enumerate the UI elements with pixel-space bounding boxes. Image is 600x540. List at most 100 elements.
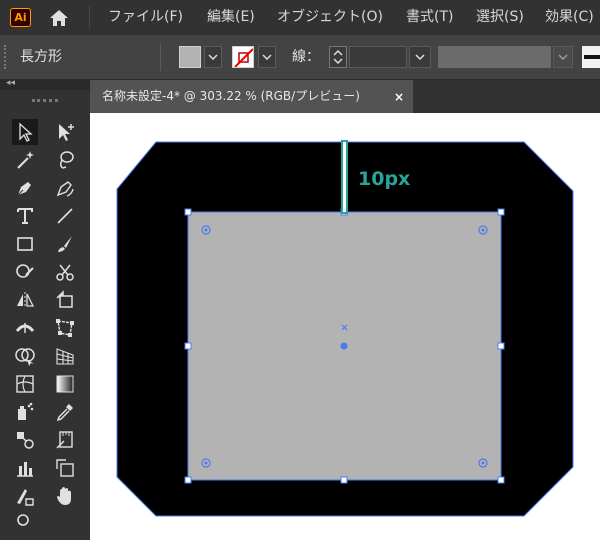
- reflect-icon: [17, 292, 35, 308]
- free-transform-icon: [56, 290, 73, 308]
- slice-icon: [56, 459, 74, 477]
- shaper-tool[interactable]: [12, 259, 38, 285]
- handle-top-right: [497, 208, 505, 216]
- free-transform-tool[interactable]: [52, 287, 78, 313]
- chevron-down-icon: [415, 54, 425, 60]
- perspective-grid-icon: [56, 348, 74, 365]
- fill-dropdown-button[interactable]: [204, 46, 222, 68]
- curvature-tool[interactable]: [52, 175, 78, 201]
- line-tool[interactable]: [52, 203, 78, 229]
- lasso-icon: [59, 151, 74, 169]
- tools-panel-header: ◂◂: [0, 78, 90, 90]
- stroke-color-swatch[interactable]: [232, 46, 254, 68]
- menu-file[interactable]: ファイル(F): [108, 0, 183, 35]
- bar-graph-icon: [17, 462, 33, 477]
- width-icon: [15, 323, 35, 333]
- blend-icon: [17, 432, 34, 449]
- artboard-icon: [17, 489, 34, 506]
- document-tab-bar: 名称未設定-4* @ 303.22 % (RGB/プレビュー) ×: [90, 80, 600, 113]
- fill-color-swatch[interactable]: [179, 46, 201, 68]
- shape-builder-tool[interactable]: [12, 343, 38, 369]
- chevron-down-icon: [262, 54, 272, 60]
- handle-bottom-middle: [340, 476, 348, 484]
- stroke-weight-input[interactable]: [349, 46, 407, 68]
- menu-divider: [89, 6, 90, 28]
- direct-selection-arrow-icon: [59, 124, 74, 141]
- line-stroke-icon: [584, 55, 600, 59]
- selection-tool[interactable]: [12, 119, 38, 145]
- perspective-grid-tool[interactable]: [52, 343, 78, 369]
- hand-icon: [57, 487, 71, 505]
- magic-wand-icon: [17, 151, 34, 169]
- eyedropper-tool[interactable]: [52, 399, 78, 425]
- control-bar: 長方形 線：: [0, 35, 600, 80]
- stroke-dropdown-button[interactable]: [258, 46, 276, 68]
- control-bar-grip[interactable]: [4, 45, 8, 69]
- stepper-arrows-icon: [333, 49, 343, 65]
- profile-dropdown[interactable]: [553, 46, 573, 68]
- rectangle-icon: [17, 237, 33, 251]
- variable-width-profile[interactable]: [438, 46, 551, 68]
- line-segment-icon: [57, 208, 73, 224]
- lasso-tool[interactable]: [52, 147, 78, 173]
- bar-graph-tool[interactable]: [12, 455, 38, 481]
- reflect-tool[interactable]: [12, 287, 38, 313]
- no-stroke-icon: [234, 48, 253, 67]
- pen-nib-icon: [17, 182, 31, 196]
- app-logo: Ai: [10, 8, 31, 27]
- handle-top-left: [184, 208, 192, 216]
- artboard-canvas[interactable]: 10px: [90, 113, 600, 540]
- menu-edit[interactable]: 編集(E): [207, 0, 255, 35]
- zoom-icon: [17, 514, 29, 526]
- gradient-tool[interactable]: [52, 371, 78, 397]
- stroke-weight-stepper[interactable]: [329, 46, 347, 68]
- magic-wand-tool[interactable]: [12, 147, 38, 173]
- scissors-icon: [56, 264, 74, 281]
- chevron-down-icon: [558, 54, 568, 60]
- document-tab[interactable]: 名称未設定-4* @ 303.22 % (RGB/プレビュー) ×: [90, 80, 413, 113]
- scissors-tool[interactable]: [52, 259, 78, 285]
- selected-shape-label: 長方形: [20, 49, 62, 65]
- direct-selection-tool[interactable]: [52, 119, 78, 145]
- stroke-weight-dropdown[interactable]: [409, 46, 431, 68]
- rectangle-tool[interactable]: [12, 231, 38, 257]
- handle-bottom-right: [497, 476, 505, 484]
- paintbrush-icon: [58, 236, 72, 252]
- menu-effect[interactable]: 効果(C): [545, 0, 594, 35]
- artboard-tool[interactable]: [12, 483, 38, 509]
- paintbrush-tool[interactable]: [52, 231, 78, 257]
- home-icon[interactable]: [48, 8, 70, 28]
- mesh-tool[interactable]: [12, 371, 38, 397]
- handle-middle-right: [497, 342, 505, 350]
- menu-object[interactable]: オブジェクト(O): [277, 0, 383, 35]
- menu-type[interactable]: 書式(T): [406, 0, 453, 35]
- hand-tool[interactable]: [52, 483, 78, 509]
- gradient-icon: [56, 375, 74, 393]
- menu-select[interactable]: 選択(S): [476, 0, 524, 35]
- dimension-label: 10px: [358, 168, 411, 190]
- type-tool[interactable]: [12, 203, 38, 229]
- width-tool[interactable]: [12, 315, 38, 341]
- handle-bottom-left: [184, 476, 192, 484]
- collapse-panel-icon[interactable]: ◂◂: [6, 78, 15, 88]
- control-divider: [160, 43, 161, 71]
- symbol-sprayer-tool[interactable]: [12, 399, 38, 425]
- measure-tool[interactable]: [52, 427, 78, 453]
- pen-tool[interactable]: [12, 175, 38, 201]
- zoom-tool[interactable]: [12, 511, 38, 533]
- shape-builder-icon: [15, 348, 35, 366]
- mesh-icon: [16, 375, 34, 393]
- free-distort-tool[interactable]: [52, 315, 78, 341]
- type-t-icon: [17, 208, 33, 224]
- stroke-weight-label: 線：: [292, 49, 320, 65]
- close-icon[interactable]: ×: [394, 80, 404, 115]
- curvature-pen-icon: [56, 181, 74, 197]
- tools-panel-grip[interactable]: [32, 99, 58, 102]
- slice-tool[interactable]: [52, 455, 78, 481]
- blend-tool[interactable]: [12, 427, 38, 453]
- measure-icon: [56, 431, 73, 449]
- document-tab-title: 名称未設定-4* @ 303.22 % (RGB/プレビュー): [102, 89, 360, 103]
- brush-definition-button[interactable]: [582, 46, 600, 68]
- dimension-marker-core: [343, 142, 346, 212]
- free-distort-icon: [56, 319, 74, 337]
